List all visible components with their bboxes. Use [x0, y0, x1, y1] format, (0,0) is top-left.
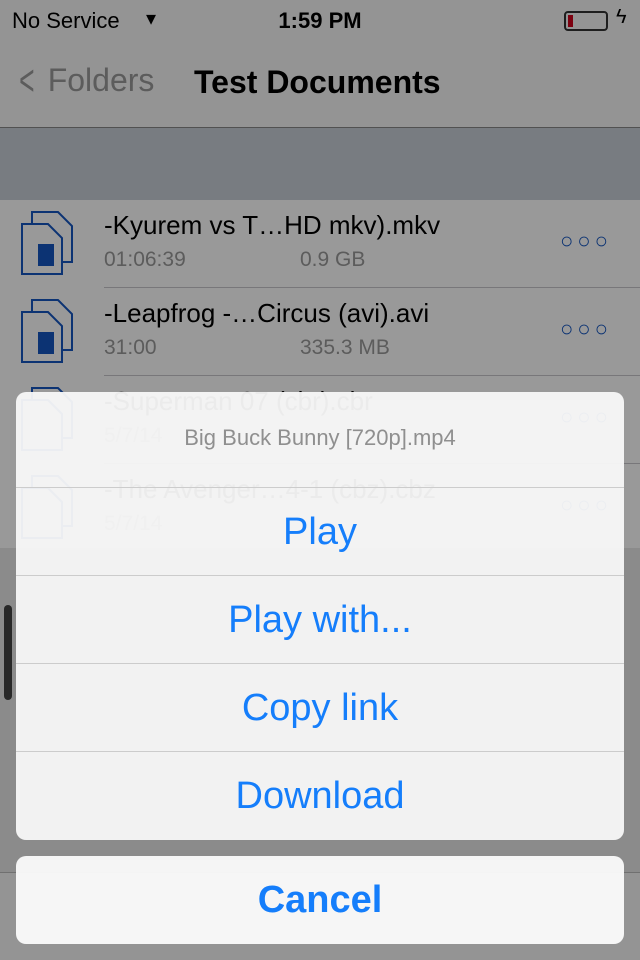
download-button[interactable]: Download [16, 752, 624, 840]
play-with-button[interactable]: Play with... [16, 576, 624, 664]
action-sheet: Big Buck Bunny [720p].mp4 Play Play with… [16, 392, 624, 840]
play-button[interactable]: Play [16, 488, 624, 576]
cancel-button[interactable]: Cancel [16, 856, 624, 944]
copy-link-button[interactable]: Copy link [16, 664, 624, 752]
action-sheet-title: Big Buck Bunny [720p].mp4 [16, 392, 624, 488]
